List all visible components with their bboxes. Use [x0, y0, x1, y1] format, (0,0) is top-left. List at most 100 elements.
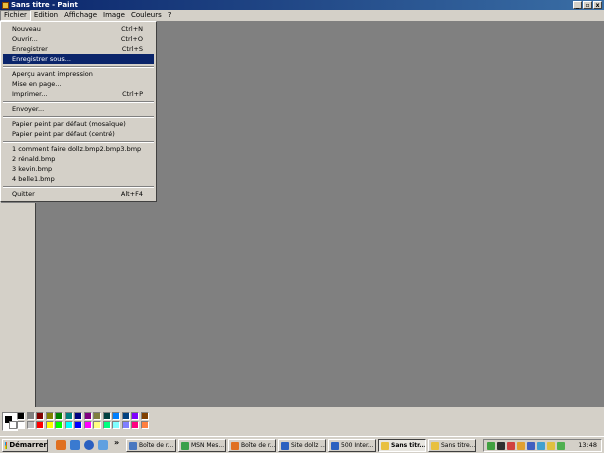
- paint-app-icon[interactable]: [2, 1, 9, 9]
- menu-item-nouveau[interactable]: Nouveau Ctrl+N: [3, 24, 154, 34]
- menu-item-imprimer[interactable]: Imprimer... Ctrl+P: [3, 89, 154, 99]
- menu-item-mise-en-page[interactable]: Mise en page...: [3, 79, 154, 89]
- quicklaunch-media-icon[interactable]: [98, 440, 108, 450]
- task-label: 500 Inter...: [341, 442, 374, 449]
- palette-swatch[interactable]: [140, 412, 149, 420]
- menu-item-ouvrir[interactable]: Ouvrir... Ctrl+O: [3, 34, 154, 44]
- menu-item-shortcut: Ctrl+N: [121, 25, 143, 33]
- palette-swatch[interactable]: [131, 412, 139, 420]
- palette-swatch[interactable]: [74, 421, 82, 429]
- task-label: Sans titre...: [441, 442, 476, 449]
- menu-item-quitter[interactable]: Quitter Alt+F4: [3, 189, 154, 199]
- palette-swatch[interactable]: [121, 412, 130, 420]
- menu-fichier[interactable]: Fichier: [0, 10, 31, 21]
- menu-item-envoyer[interactable]: Envoyer...: [3, 104, 154, 114]
- menu-edition[interactable]: Edition: [31, 10, 61, 21]
- palette-swatch[interactable]: [26, 421, 35, 429]
- palette-swatch[interactable]: [17, 421, 25, 429]
- palette-swatch[interactable]: [131, 421, 139, 429]
- palette-swatch[interactable]: [17, 412, 25, 420]
- task-label: Sans titr...: [391, 442, 426, 449]
- menu-item-label: Enregistrer sous...: [12, 55, 71, 63]
- background-color: [9, 421, 17, 429]
- taskbar-task-button[interactable]: Sans titr...: [378, 439, 426, 452]
- menu-item-shortcut: Ctrl+S: [121, 45, 143, 53]
- task-app-icon: [231, 442, 239, 450]
- palette-swatch[interactable]: [112, 412, 120, 420]
- palette-swatch[interactable]: [45, 421, 54, 429]
- close-button[interactable]: x: [593, 1, 602, 9]
- palette-swatch[interactable]: [93, 421, 101, 429]
- maximize-button[interactable]: ▫: [583, 1, 592, 9]
- taskbar: Démarrer » Boîte de r... MSN Mes... Boîte …: [0, 436, 604, 453]
- taskbar-task-button[interactable]: MSN Mes...: [178, 439, 226, 452]
- menu-item-apercu[interactable]: Aperçu avant impression: [3, 69, 154, 79]
- taskbar-task-button[interactable]: Site dollz ...: [278, 439, 326, 452]
- quicklaunch-desktop-icon[interactable]: [70, 440, 80, 450]
- menu-item-label: 4 belle1.bmp: [12, 175, 55, 183]
- task-app-icon: [181, 442, 189, 450]
- task-label: MSN Mes...: [191, 442, 225, 449]
- menu-affichage[interactable]: Affichage: [61, 10, 100, 21]
- palette-swatch[interactable]: [121, 421, 130, 429]
- quicklaunch-ie-icon[interactable]: [84, 440, 94, 450]
- menu-help[interactable]: ?: [165, 10, 175, 21]
- quicklaunch-more-chevron[interactable]: »: [114, 438, 119, 447]
- taskbar-task-button[interactable]: Boîte de r...: [228, 439, 276, 452]
- start-button[interactable]: Démarrer: [2, 439, 48, 452]
- menu-item-recent-1[interactable]: 1 comment faire dollz.bmp2.bmp3.bmp: [3, 144, 154, 154]
- tray-user-icon[interactable]: [557, 442, 565, 450]
- task-app-icon: [381, 442, 389, 450]
- palette-swatch[interactable]: [36, 421, 44, 429]
- palette-swatch[interactable]: [102, 412, 111, 420]
- palette-swatch[interactable]: [83, 412, 92, 420]
- tray-network-icon[interactable]: [487, 442, 495, 450]
- palette-swatch[interactable]: [36, 412, 44, 420]
- palette-swatch[interactable]: [93, 412, 101, 420]
- menu-item-papier-mosaique[interactable]: Papier peint par défaut (mosaïque): [3, 119, 154, 129]
- palette-swatch[interactable]: [140, 421, 149, 429]
- palette-swatch[interactable]: [112, 421, 120, 429]
- palette-swatch[interactable]: [64, 421, 73, 429]
- menu-item-label: Quitter: [12, 190, 35, 198]
- palette-swatch[interactable]: [102, 421, 111, 429]
- tray-app-icon[interactable]: [507, 442, 515, 450]
- task-label: Boîte de r...: [241, 442, 276, 449]
- tray-msn-icon[interactable]: [517, 442, 525, 450]
- task-app-icon: [129, 442, 137, 450]
- tray-update-icon[interactable]: [537, 442, 545, 450]
- minimize-button[interactable]: _: [573, 1, 582, 9]
- taskbar-task-button[interactable]: Sans titre...: [428, 439, 476, 452]
- palette-swatch[interactable]: [83, 421, 92, 429]
- task-app-icon: [331, 442, 339, 450]
- menu-separator: [3, 186, 154, 188]
- menu-item-enregistrer[interactable]: Enregistrer Ctrl+S: [3, 44, 154, 54]
- menu-image[interactable]: Image: [100, 10, 128, 21]
- taskbar-task-button[interactable]: Boîte de r...: [126, 439, 176, 452]
- menu-bar: Fichier Edition Affichage Image Couleurs…: [0, 10, 604, 21]
- menu-item-recent-4[interactable]: 4 belle1.bmp: [3, 174, 154, 184]
- palette-swatch[interactable]: [45, 412, 54, 420]
- menu-item-enregistrer-sous[interactable]: Enregistrer sous...: [3, 54, 154, 64]
- tray-volume-icon[interactable]: [497, 442, 505, 450]
- tray-alert-icon[interactable]: [547, 442, 555, 450]
- menu-item-recent-3[interactable]: 3 kevin.bmp: [3, 164, 154, 174]
- menu-separator: [3, 66, 154, 68]
- clock[interactable]: 13:48: [578, 440, 597, 451]
- windows-logo-icon: [5, 442, 8, 449]
- palette-swatch[interactable]: [55, 412, 63, 420]
- quicklaunch-messenger-icon[interactable]: [56, 440, 66, 450]
- palette-swatch[interactable]: [26, 412, 35, 420]
- menu-couleurs[interactable]: Couleurs: [128, 10, 165, 21]
- taskbar-task-button[interactable]: 500 Inter...: [328, 439, 376, 452]
- tray-security-icon[interactable]: [527, 442, 535, 450]
- palette-swatch[interactable]: [64, 412, 73, 420]
- palette-swatch[interactable]: [55, 421, 63, 429]
- menu-item-recent-2[interactable]: 2 rénald.bmp: [3, 154, 154, 164]
- menu-item-label: Ouvrir...: [12, 35, 38, 43]
- current-colors[interactable]: [2, 412, 18, 431]
- menu-item-label: 2 rénald.bmp: [12, 155, 56, 163]
- menu-item-papier-centre[interactable]: Papier peint par défaut (centré): [3, 129, 154, 139]
- task-app-icon: [431, 442, 439, 450]
- palette-swatch[interactable]: [74, 412, 82, 420]
